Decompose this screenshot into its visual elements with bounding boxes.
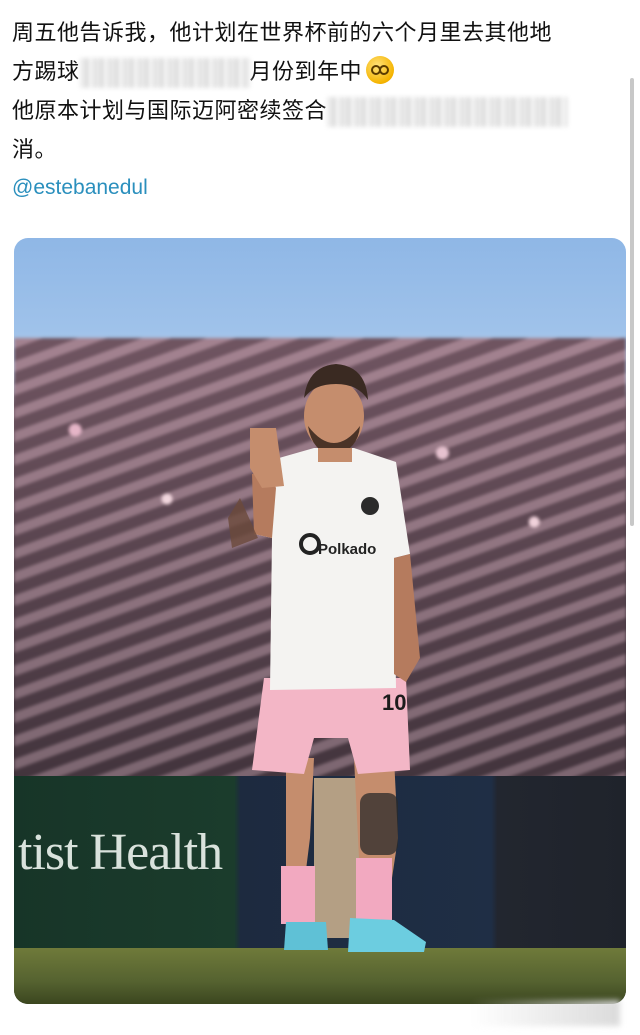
post-line-3-text: 他原本计划与国际迈阿密续签合 <box>12 99 328 124</box>
exploding-head-emoji-icon <box>366 56 395 84</box>
post-photo[interactable]: tist Health Polkado 10 <box>14 238 626 1004</box>
left-sock <box>281 866 315 924</box>
right-sock <box>356 858 392 920</box>
shorts-number: 10 <box>382 690 407 715</box>
club-crest-icon <box>361 497 379 515</box>
right-boot <box>348 918 426 952</box>
watermark-blur <box>470 1000 620 1026</box>
left-boot <box>284 922 328 950</box>
redacted-blur <box>79 58 250 88</box>
scrollbar[interactable] <box>630 78 634 526</box>
post-line-2-end: 月份到年中 <box>249 60 363 85</box>
staff-legs <box>314 778 360 938</box>
left-arm <box>394 554 420 682</box>
mention-link[interactable]: @estebanedul <box>12 176 148 200</box>
leg-tattoo <box>360 793 398 855</box>
player-figure <box>228 364 426 952</box>
shirt-sponsor-text: Polkado <box>318 541 377 558</box>
post-text: 周五他告诉我，他计划在世界杯前的六个月里去其他地 方踢球 月份到年中 他原本计划与… <box>12 14 622 170</box>
redacted-blur-2 <box>327 97 568 127</box>
post-line-2-start: 方踢球 <box>12 60 80 85</box>
neck <box>318 448 352 462</box>
post-line-2: 方踢球 月份到年中 <box>12 53 622 92</box>
post-line-4: 消。 <box>12 138 58 163</box>
post-line-1: 周五他告诉我，他计划在世界杯前的六个月里去其他地 <box>12 21 553 46</box>
post-line-3: 他原本计划与国际迈阿密续签合 <box>12 92 622 131</box>
